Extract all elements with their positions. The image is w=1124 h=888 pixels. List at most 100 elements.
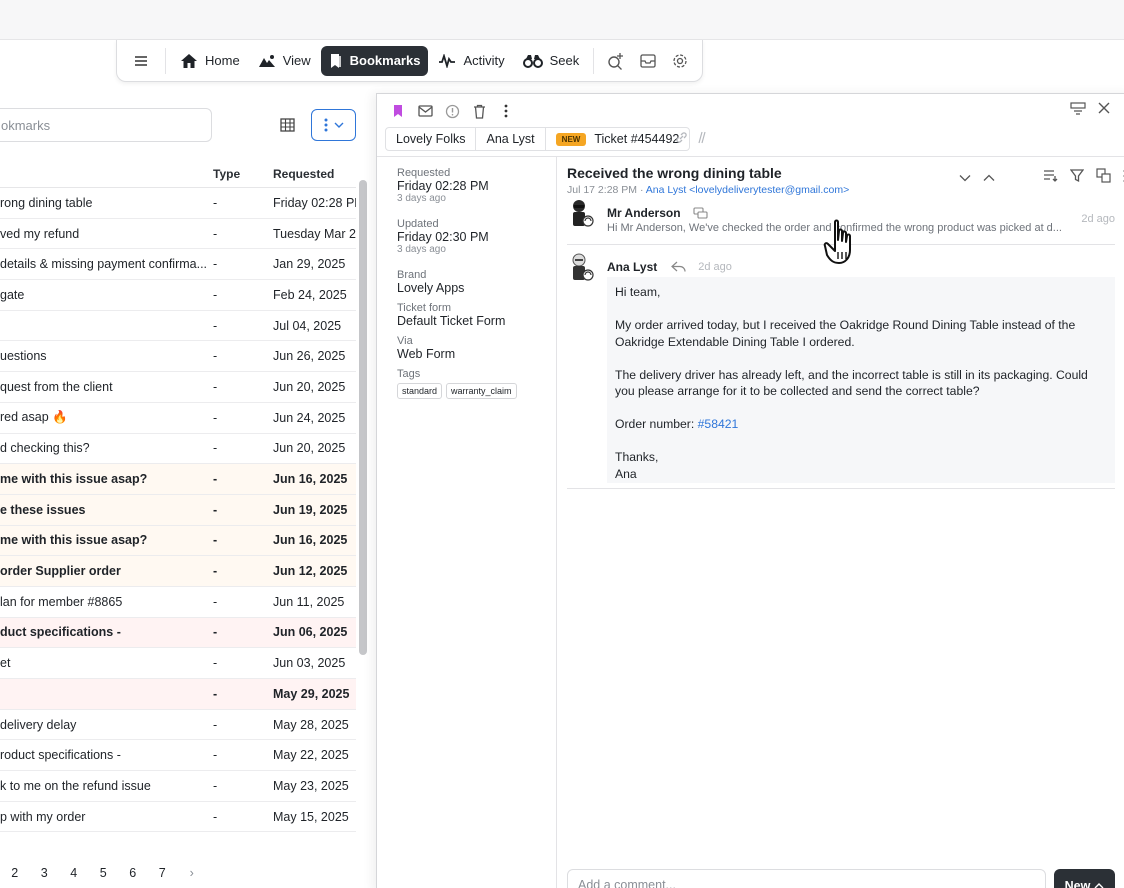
nav-view-button[interactable]: View (250, 46, 319, 76)
link-icon[interactable] (675, 131, 688, 147)
table-row[interactable]: quest from the client - Jun 20, 2025 (0, 372, 356, 403)
cell-type: - (213, 748, 218, 763)
table-row[interactable]: uestions - Jun 26, 2025 (0, 341, 356, 373)
via-label: Via (397, 335, 413, 347)
tag[interactable]: warranty_claim (446, 383, 517, 399)
table-row[interactable]: duct specifications - - Jun 06, 2025 (0, 617, 356, 649)
nav-bookmarks-button[interactable]: Bookmarks (320, 45, 429, 76)
breadcrumb-org[interactable]: Lovely Folks (386, 128, 477, 150)
column-type[interactable]: Type (213, 167, 273, 181)
pulse-icon (439, 53, 456, 68)
sort-list-icon[interactable] (1043, 169, 1058, 185)
tag[interactable]: standard (397, 383, 443, 399)
breadcrumb-ticket[interactable]: NEW Ticket #454492 (546, 128, 690, 150)
search-placeholder: okmarks (1, 117, 51, 133)
minimize-panel-icon[interactable] (1070, 102, 1086, 119)
alert-icon[interactable] (443, 102, 461, 120)
table-row[interactable]: details & missing payment confirma... - Ja… (0, 249, 356, 281)
home-icon (181, 53, 197, 68)
hamburger-menu-icon[interactable] (131, 51, 151, 71)
table-row[interactable]: - May 29, 2025 (0, 679, 356, 710)
column-requested[interactable]: Requested (273, 167, 356, 181)
message-signature: Ana (615, 466, 637, 481)
close-icon[interactable] (1098, 102, 1110, 119)
main-nav: Home View Bookmarks Activity Seek (116, 40, 703, 82)
cell-subject: duct specifications - (0, 625, 121, 640)
gear-icon[interactable] (664, 46, 696, 76)
table-row[interactable]: ved my refund - Tuesday Mar 24 (0, 219, 356, 250)
mail-icon[interactable] (416, 102, 434, 120)
chevron-up-icon[interactable] (983, 170, 995, 185)
table-row[interactable]: - Jul 04, 2025 (0, 311, 356, 342)
next-page-button[interactable]: › (177, 866, 207, 880)
bookmark-icon[interactable] (389, 102, 407, 120)
cell-subject: me with this issue asap? (0, 533, 148, 548)
updated-label: Updated (397, 218, 439, 230)
table-row[interactable]: red asap 🔥 - Jun 24, 2025 (0, 403, 356, 434)
cell-subject: lan for member #8865 (0, 594, 123, 609)
nav-activity-button[interactable]: Activity (430, 46, 512, 76)
table-row[interactable]: et - Jun 03, 2025 (0, 648, 356, 679)
more-vertical-icon[interactable] (497, 102, 515, 120)
table-view-icon[interactable] (272, 110, 302, 140)
table-row[interactable]: me with this issue asap? - Jun 16, 2025 (0, 525, 356, 557)
table-row[interactable]: e these issues - Jun 19, 2025 (0, 494, 356, 526)
cell-requested: May 23, 2025 (273, 778, 349, 793)
search-input[interactable]: okmarks (0, 108, 212, 142)
page-button[interactable]: 5 (89, 866, 119, 880)
requester-link[interactable]: Ana Lyst <lovelydeliverytester@gmail.com… (646, 184, 849, 196)
updated-ago: 3 days ago (397, 244, 446, 255)
page-button[interactable]: 4 (59, 866, 89, 880)
message-body: Hi team, My order arrived today, but I r… (607, 277, 1115, 483)
table-row[interactable]: p with my order - May 15, 2025 (0, 802, 356, 833)
cell-type: - (213, 594, 218, 609)
message-closing: Thanks, (615, 450, 659, 464)
filter-icon[interactable] (1069, 168, 1085, 186)
ticket-table: Type Requested rong dining table - Friday … (0, 160, 356, 833)
sender-name: Ana Lyst (607, 260, 658, 274)
cell-requested: Friday 02:28 PM (273, 195, 356, 210)
ticket-form-value[interactable]: Default Ticket Form (397, 314, 536, 328)
table-row[interactable]: me with this issue asap? - Jun 16, 2025 (0, 464, 356, 495)
cell-requested: May 29, 2025 (273, 686, 350, 701)
table-row[interactable]: d checking this? - Jun 20, 2025 (0, 434, 356, 465)
list-options-button[interactable] (311, 109, 356, 141)
table-row[interactable]: roduct specifications - - May 22, 2025 (0, 740, 356, 772)
page-button[interactable]: 3 (30, 866, 60, 880)
nav-seek-button[interactable]: Seek (515, 46, 588, 76)
breadcrumb-extras (675, 131, 706, 147)
list-scrollbar[interactable] (359, 180, 367, 655)
add-search-icon[interactable] (600, 46, 632, 76)
brand-value[interactable]: Lovely Apps (397, 281, 536, 295)
new-status-button[interactable]: New (1054, 869, 1115, 888)
cell-requested: Jun 06, 2025 (273, 625, 348, 640)
comment-input[interactable]: Add a comment... (567, 869, 1046, 888)
requested-label: Requested (397, 167, 451, 179)
translate-icon[interactable] (1096, 168, 1111, 186)
chevron-down-icon[interactable] (959, 170, 971, 185)
cell-subject: me with this issue asap? (0, 472, 148, 487)
conversation-toolbar (959, 168, 1124, 186)
cell-requested: May 28, 2025 (273, 717, 349, 732)
tags-label: Tags (397, 368, 421, 380)
table-row[interactable]: order Supplier order - Jun 12, 2025 (0, 556, 356, 587)
breadcrumb-user[interactable]: Ana Lyst (476, 128, 546, 150)
table-row[interactable]: gate - Feb 24, 2025 (0, 280, 356, 311)
page-button[interactable]: 7 (148, 866, 178, 880)
nav-home-button[interactable]: Home (172, 46, 248, 76)
tags-list: standard warranty_claim (397, 383, 536, 399)
message-sender: Mr Anderson (607, 206, 708, 220)
inbox-icon[interactable] (632, 46, 664, 76)
table-row[interactable]: rong dining table - Friday 02:28 PM (0, 188, 356, 219)
reply-icon[interactable] (671, 261, 686, 273)
table-row[interactable]: k to me on the refund issue - May 23, 2025 (0, 771, 356, 802)
internal-note-icon (693, 206, 708, 219)
table-row[interactable]: lan for member #8865 - Jun 11, 2025 (0, 587, 356, 618)
page-button[interactable]: 6 (118, 866, 148, 880)
order-number-link[interactable]: #58421 (698, 417, 739, 431)
trash-icon[interactable] (470, 102, 488, 120)
page-button[interactable]: 2 (0, 866, 30, 880)
cell-subject: red asap 🔥 (0, 410, 68, 425)
table-row[interactable]: delivery delay - May 28, 2025 (0, 710, 356, 741)
cell-requested: Jun 20, 2025 (273, 441, 346, 456)
